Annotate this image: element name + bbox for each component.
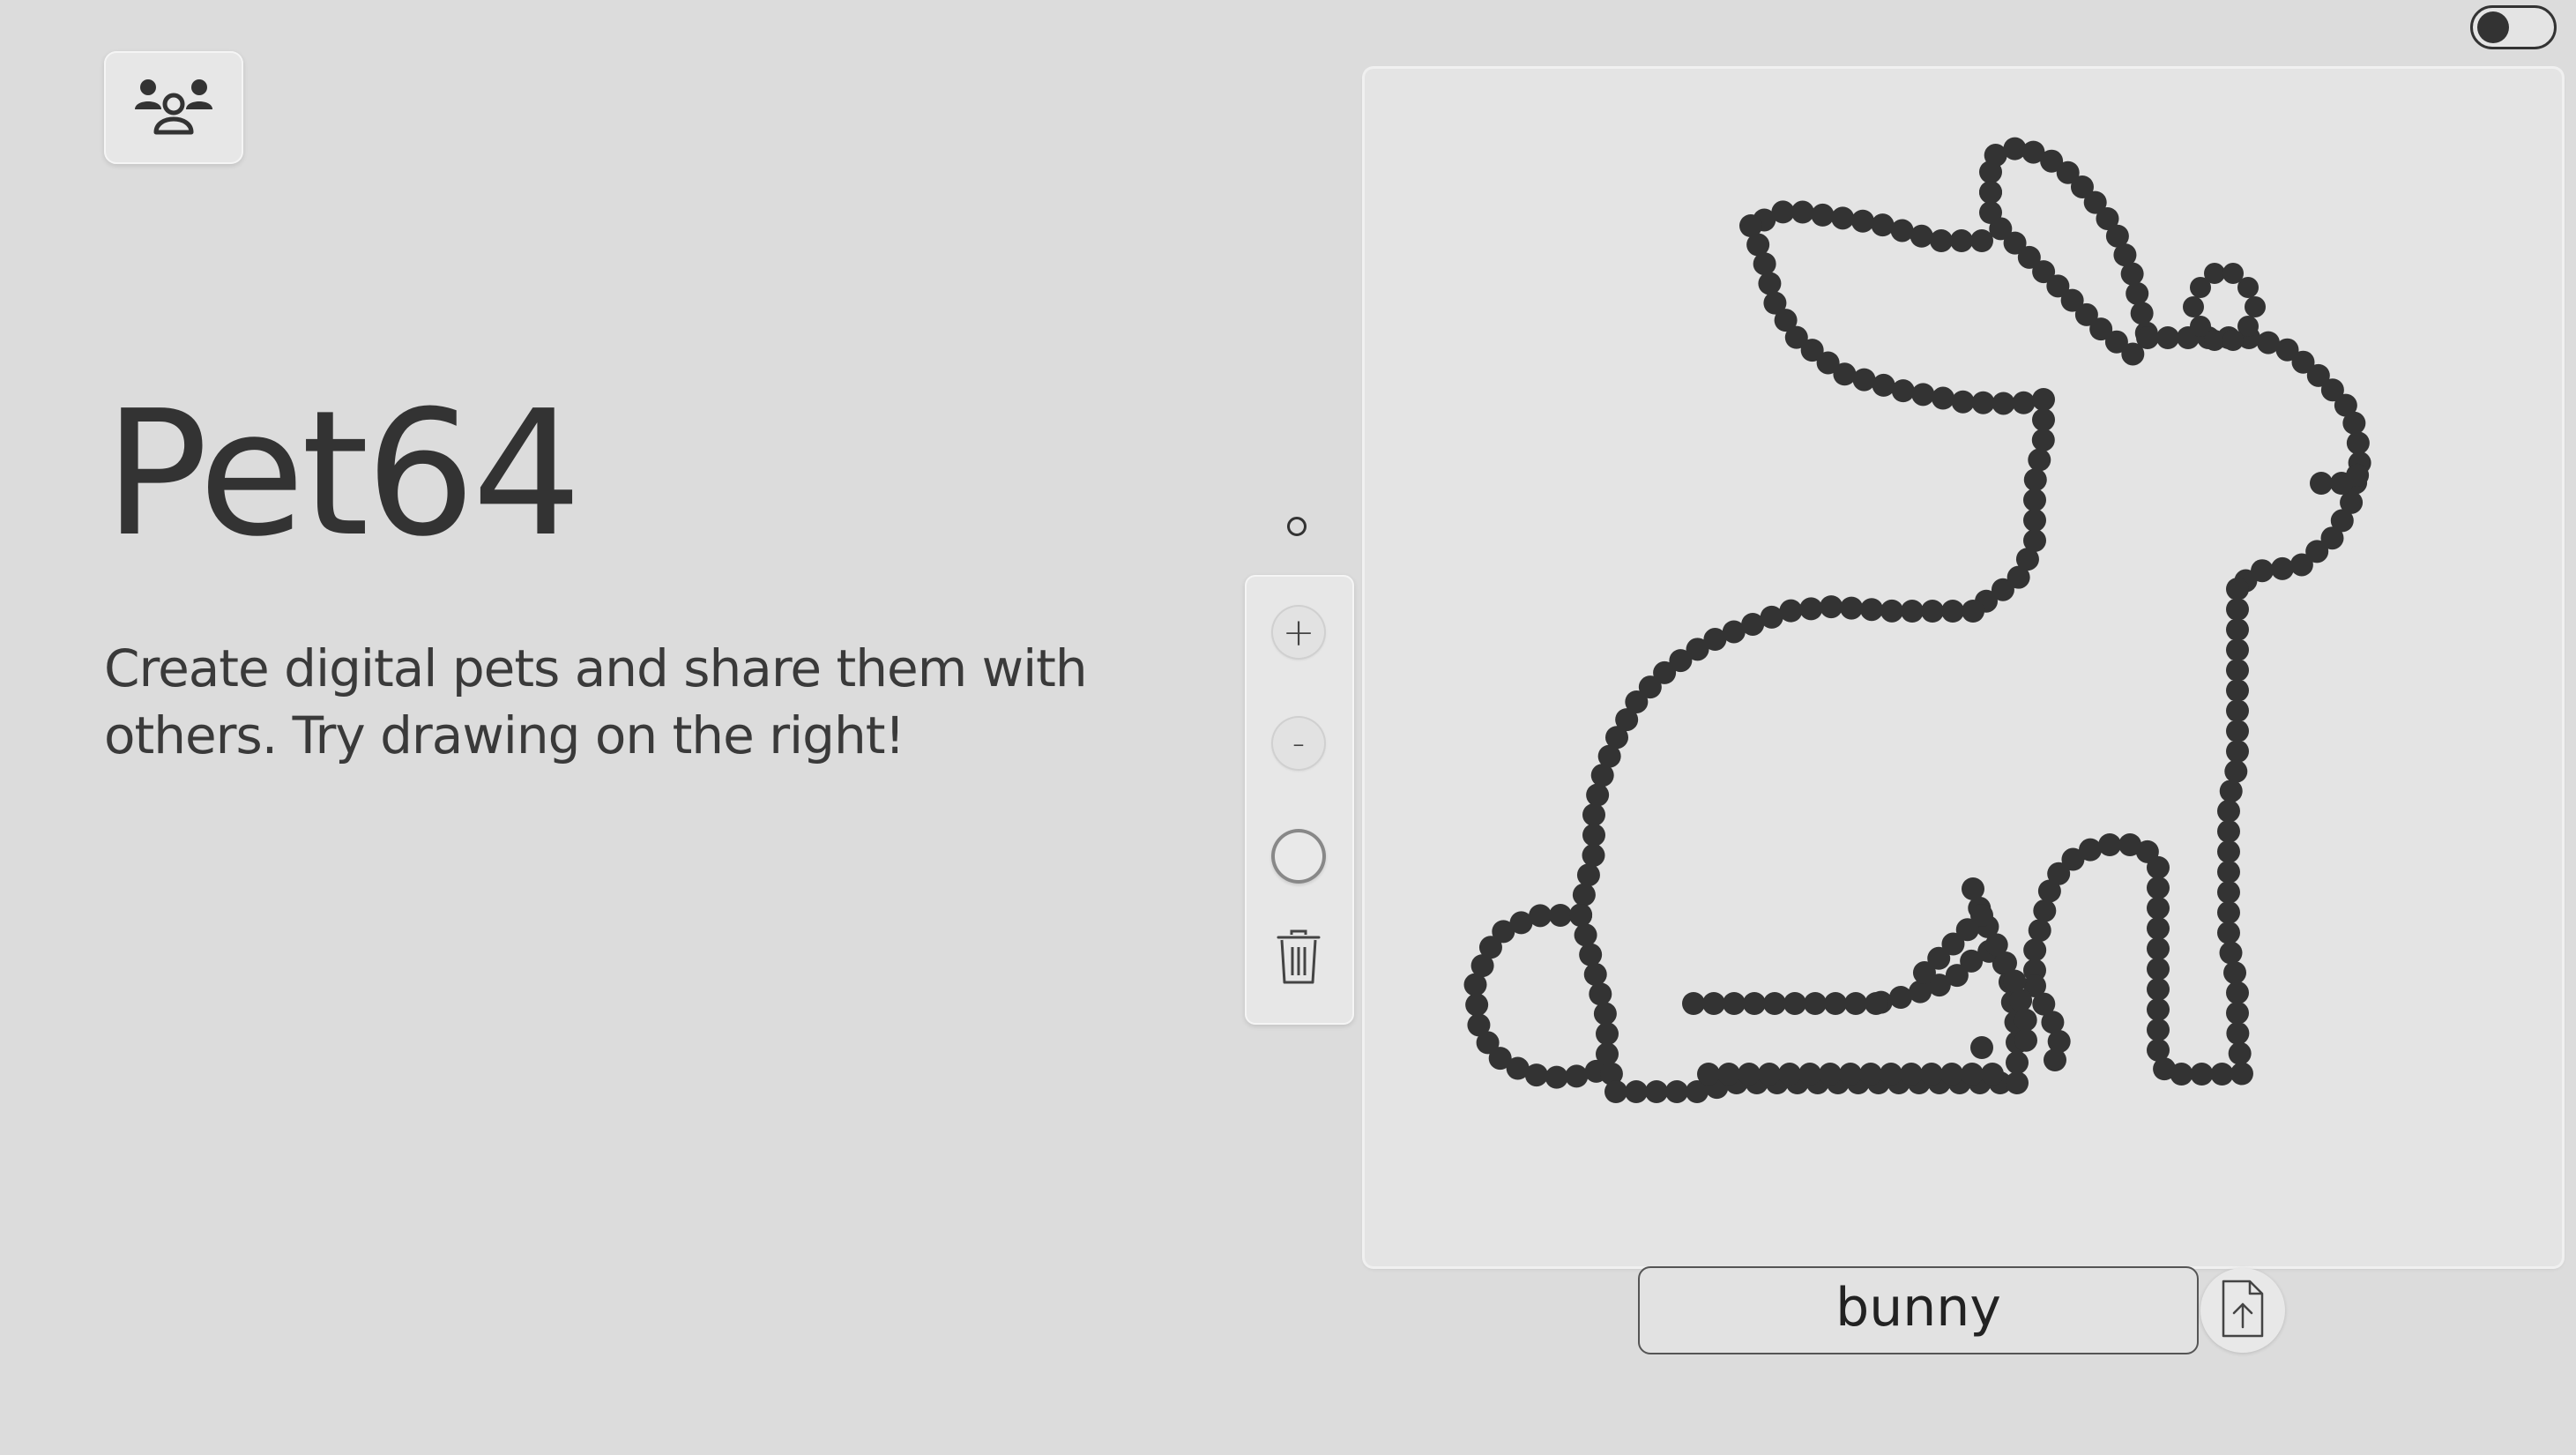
pet-name-input[interactable]: bunny: [1638, 1266, 2199, 1354]
bunny-back: [1569, 595, 1984, 927]
file-upload-icon: [2220, 1280, 2266, 1341]
upload-button[interactable]: [2200, 1268, 2285, 1353]
theme-toggle[interactable]: [2470, 5, 2557, 49]
bunny-head: [2136, 326, 2372, 601]
minus-icon: -: [1292, 723, 1306, 764]
toggle-knob: [2477, 11, 2509, 43]
bunny-ear-bottom: [1739, 214, 2055, 415]
bunny-neck: [1962, 388, 2055, 623]
trash-icon: [1276, 929, 1322, 996]
bunny-nose: [2310, 459, 2372, 495]
page-description: Create digital pets and share them with …: [104, 638, 1088, 765]
plus-icon: +: [1282, 609, 1315, 655]
page-title: Pet64: [104, 374, 582, 575]
app-root: Pet64 Create digital pets and share them…: [0, 0, 2576, 1455]
community-button[interactable]: [104, 51, 243, 164]
zoom-in-button[interactable]: +: [1271, 605, 1326, 660]
brush-size-indicator: [1287, 517, 1307, 536]
bunny-ear-back: [1739, 198, 1993, 252]
bunny-front-leg: [2023, 578, 2253, 1086]
pet-drawing[interactable]: [1365, 69, 2562, 1266]
drawing-canvas[interactable]: [1365, 69, 2562, 1266]
zoom-out-button[interactable]: -: [1271, 716, 1326, 771]
people-group-icon: [131, 71, 216, 145]
clear-canvas-button[interactable]: [1271, 929, 1326, 989]
bunny-hind-leg: [2023, 974, 2073, 1077]
bunny-hind-leg-2: [1865, 939, 2029, 1094]
brush-button[interactable]: [1271, 829, 1326, 884]
drawing-toolbar: + -: [1245, 575, 1354, 1025]
